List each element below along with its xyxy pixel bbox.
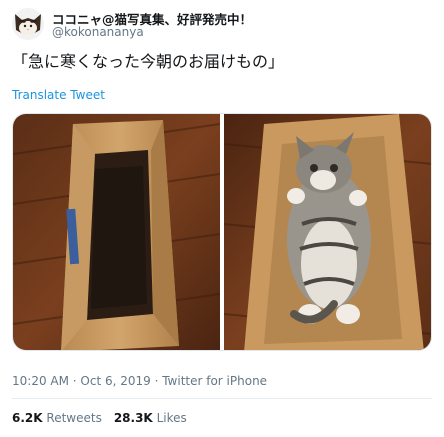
media-grid <box>12 113 432 351</box>
retweets-label: Retweets <box>46 411 102 425</box>
retweets-count: 6.2K <box>12 411 43 425</box>
divider <box>12 398 432 399</box>
user-handle[interactable]: @kokonananya <box>52 25 144 39</box>
cat-in-cardboard-box-photo-icon <box>224 114 431 350</box>
tweet-text: 「急に寒くなった今朝のお届けもの」 <box>12 52 285 71</box>
translate-tweet-link[interactable]: Translate Tweet <box>12 88 105 102</box>
likes-label: Likes <box>156 411 187 425</box>
tweet-header: ココニャ@猫写真集、好評発売中！ @kokonananya <box>12 6 432 40</box>
cat-face-avatar-icon <box>12 8 44 40</box>
tweet-timestamp[interactable]: 10:20 AM · Oct 6, 2019 · Twitter for iPh… <box>12 374 267 388</box>
empty-cardboard-box-photo-icon <box>13 114 220 350</box>
engagement-stats: 6.2K Retweets 28.3K Likes <box>12 411 187 425</box>
photo-empty-box[interactable] <box>13 114 220 350</box>
photo-cat-in-box[interactable] <box>224 114 431 350</box>
retweets-stat[interactable]: 6.2K Retweets <box>12 411 102 425</box>
avatar[interactable] <box>12 8 44 40</box>
likes-stat[interactable]: 28.3K Likes <box>114 411 187 425</box>
likes-count: 28.3K <box>113 411 153 425</box>
